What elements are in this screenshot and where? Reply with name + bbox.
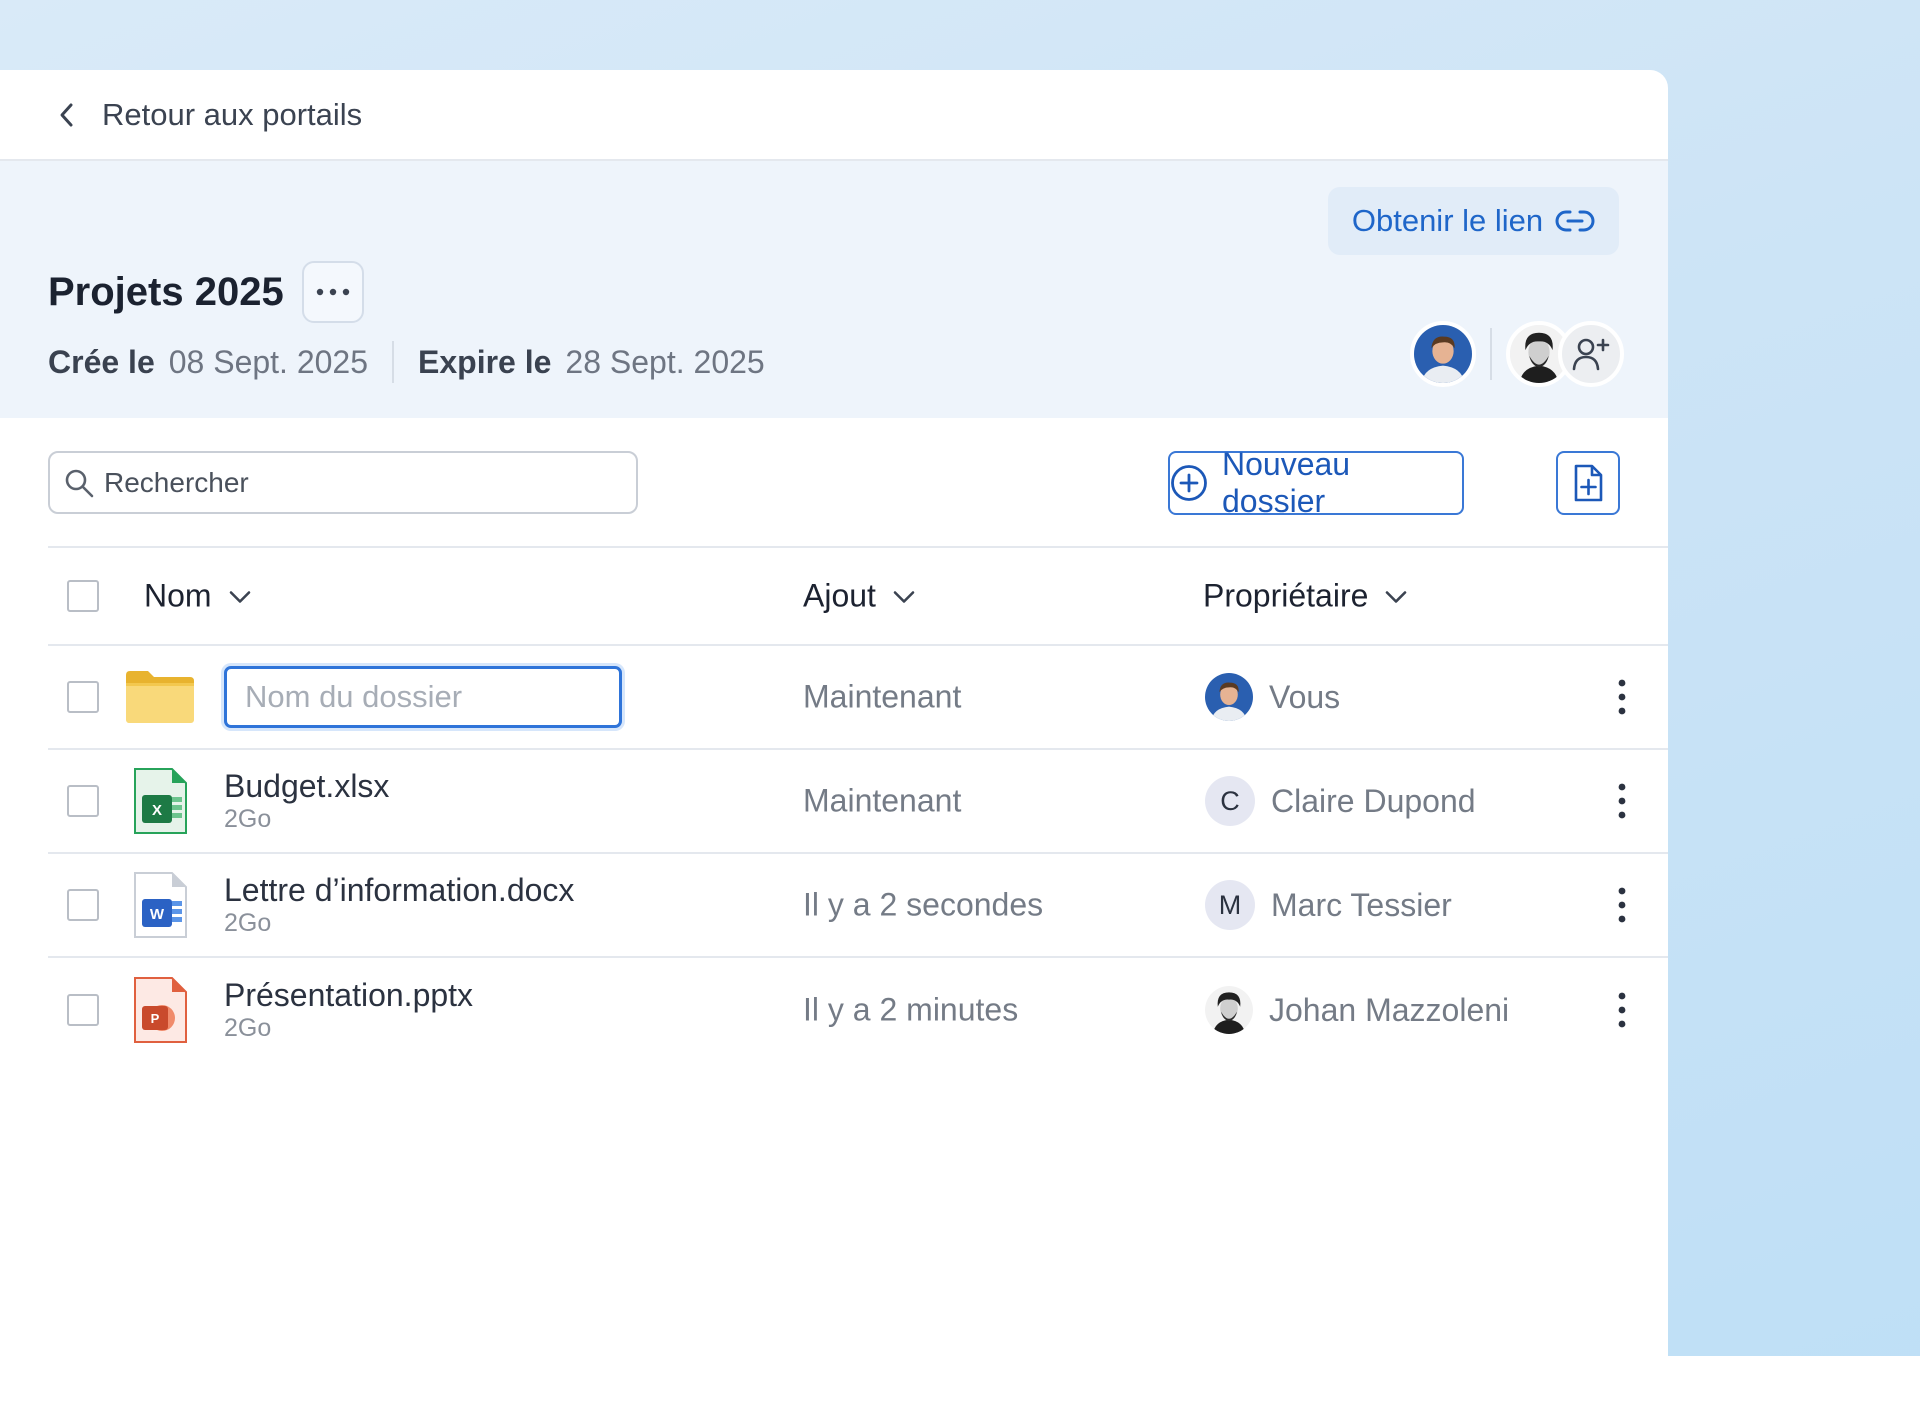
row-checkbox[interactable]: [67, 785, 99, 817]
added-cell: Maintenant: [803, 678, 962, 715]
top-bar: Retour aux portails: [0, 70, 1668, 161]
members-divider: [1490, 328, 1492, 380]
column-added-header[interactable]: Ajout: [803, 578, 916, 615]
user-plus-icon: [1572, 338, 1610, 371]
more-vertical-icon[interactable]: [1608, 677, 1636, 717]
meta-divider: [392, 341, 395, 383]
chevron-left-icon: [60, 103, 73, 126]
portal-header: Obtenir le lien Projets 2025 Crée le 08 …: [0, 161, 1668, 418]
owner-name: Johan Mazzoleni: [1269, 991, 1510, 1028]
file-name-cell: Présentation.pptx 2Go: [224, 977, 473, 1043]
chevron-down-icon: [229, 590, 250, 603]
avatar-current-user[interactable]: [1410, 321, 1476, 387]
row-checkbox[interactable]: [67, 681, 99, 713]
file-name[interactable]: Budget.xlsx: [224, 768, 389, 804]
expires-label: Expire le: [418, 343, 552, 380]
search-icon: [65, 469, 94, 497]
created-label: Crée le: [48, 343, 155, 380]
get-link-label: Obtenir le lien: [1351, 203, 1544, 238]
column-name-label: Nom: [144, 577, 212, 614]
file-size: 2Go: [224, 805, 272, 833]
portal-panel: Retour aux portails Obtenir le lien Proj…: [0, 70, 1668, 1427]
upload-file-button[interactable]: [1556, 451, 1620, 515]
powerpoint-file-icon: P: [134, 977, 187, 1043]
avatar: [1205, 986, 1253, 1034]
new-folder-name-cell: [224, 666, 622, 728]
file-name-cell: Budget.xlsx 2Go: [224, 768, 389, 834]
owner-name: Marc Tessier: [1271, 886, 1452, 923]
folder-icon: [126, 671, 194, 723]
expires-date: 28 Sept. 2025: [565, 343, 765, 380]
svg-text:W: W: [150, 906, 165, 923]
owner-name: Claire Dupond: [1271, 782, 1476, 819]
file-name-cell: Lettre d’information.docx 2Go: [224, 872, 574, 938]
folder-name-input[interactable]: [224, 666, 622, 728]
file-name[interactable]: Lettre d’information.docx: [224, 872, 574, 908]
chevron-down-icon: [893, 590, 915, 603]
more-horizontal-icon: [316, 288, 349, 296]
get-link-button[interactable]: Obtenir le lien: [1328, 187, 1619, 255]
more-vertical-icon[interactable]: [1608, 781, 1636, 821]
chevron-down-icon: [1386, 590, 1407, 603]
more-vertical-icon[interactable]: [1608, 885, 1636, 925]
files-toolbar: Nouveau dossier: [48, 418, 1668, 548]
portal-title: Projets 2025: [48, 269, 284, 314]
row-checkbox[interactable]: [67, 889, 99, 921]
new-folder-button[interactable]: Nouveau dossier: [1168, 446, 1464, 519]
portal-dates: Crée le 08 Sept. 2025 Expire le 28 Sept.…: [48, 341, 765, 383]
search-input[interactable]: [104, 466, 584, 499]
column-owner-label: Propriétaire: [1203, 577, 1369, 614]
owner-name: Vous: [1269, 678, 1341, 715]
excel-file-icon: X: [134, 768, 187, 834]
table-row[interactable]: P Présentation.pptx 2Go Il y a 2 minutes: [48, 958, 1668, 1062]
table-row[interactable]: W Lettre d’information.docx 2Go Il y a 2…: [48, 854, 1668, 958]
avatar: C: [1205, 776, 1255, 826]
plus-circle-icon: [1171, 465, 1207, 501]
word-file-icon: W: [134, 872, 187, 938]
column-name-header[interactable]: Nom: [144, 578, 252, 615]
row-checkbox[interactable]: [67, 994, 99, 1026]
avatar: M: [1205, 880, 1255, 930]
search-field[interactable]: [48, 451, 638, 514]
back-label: Retour aux portails: [102, 96, 363, 132]
column-added-label: Ajout: [803, 577, 876, 614]
svg-text:X: X: [152, 802, 162, 819]
file-name[interactable]: Présentation.pptx: [224, 977, 473, 1013]
table-row: Maintenant Vous: [48, 646, 1668, 750]
portal-title-row: Projets 2025: [48, 261, 364, 323]
table-header: Nom Ajout Propriétaire: [48, 548, 1668, 646]
added-cell: Maintenant: [803, 782, 962, 819]
owner-cell: C Claire Dupond: [1205, 776, 1476, 826]
link-icon: [1555, 210, 1595, 232]
file-size: 2Go: [224, 909, 272, 937]
owner-cell: Johan Mazzoleni: [1205, 986, 1509, 1034]
more-vertical-icon[interactable]: [1608, 990, 1636, 1030]
add-member-button[interactable]: [1558, 321, 1624, 387]
table-row[interactable]: X Budget.xlsx 2Go Maintenant C Claire Du…: [48, 750, 1668, 854]
owner-cell: Vous: [1205, 673, 1340, 721]
added-cell: Il y a 2 secondes: [803, 886, 1044, 923]
created-date: 08 Sept. 2025: [168, 343, 369, 380]
added-cell: Il y a 2 minutes: [803, 991, 1019, 1028]
new-folder-label: Nouveau dossier: [1221, 446, 1351, 519]
back-to-portals-link[interactable]: Retour aux portails: [56, 97, 362, 133]
portal-members: [1410, 321, 1624, 387]
portal-options-button[interactable]: [301, 261, 364, 323]
avatar: [1205, 673, 1253, 721]
files-table: Nom Ajout Propriétaire Mainte: [48, 548, 1668, 1062]
select-all-checkbox[interactable]: [67, 580, 99, 612]
file-plus-icon: [1574, 464, 1603, 502]
owner-cell: M Marc Tessier: [1205, 880, 1452, 930]
svg-text:P: P: [151, 1011, 160, 1026]
column-owner-header[interactable]: Propriétaire: [1203, 578, 1408, 615]
file-size: 2Go: [224, 1014, 272, 1042]
